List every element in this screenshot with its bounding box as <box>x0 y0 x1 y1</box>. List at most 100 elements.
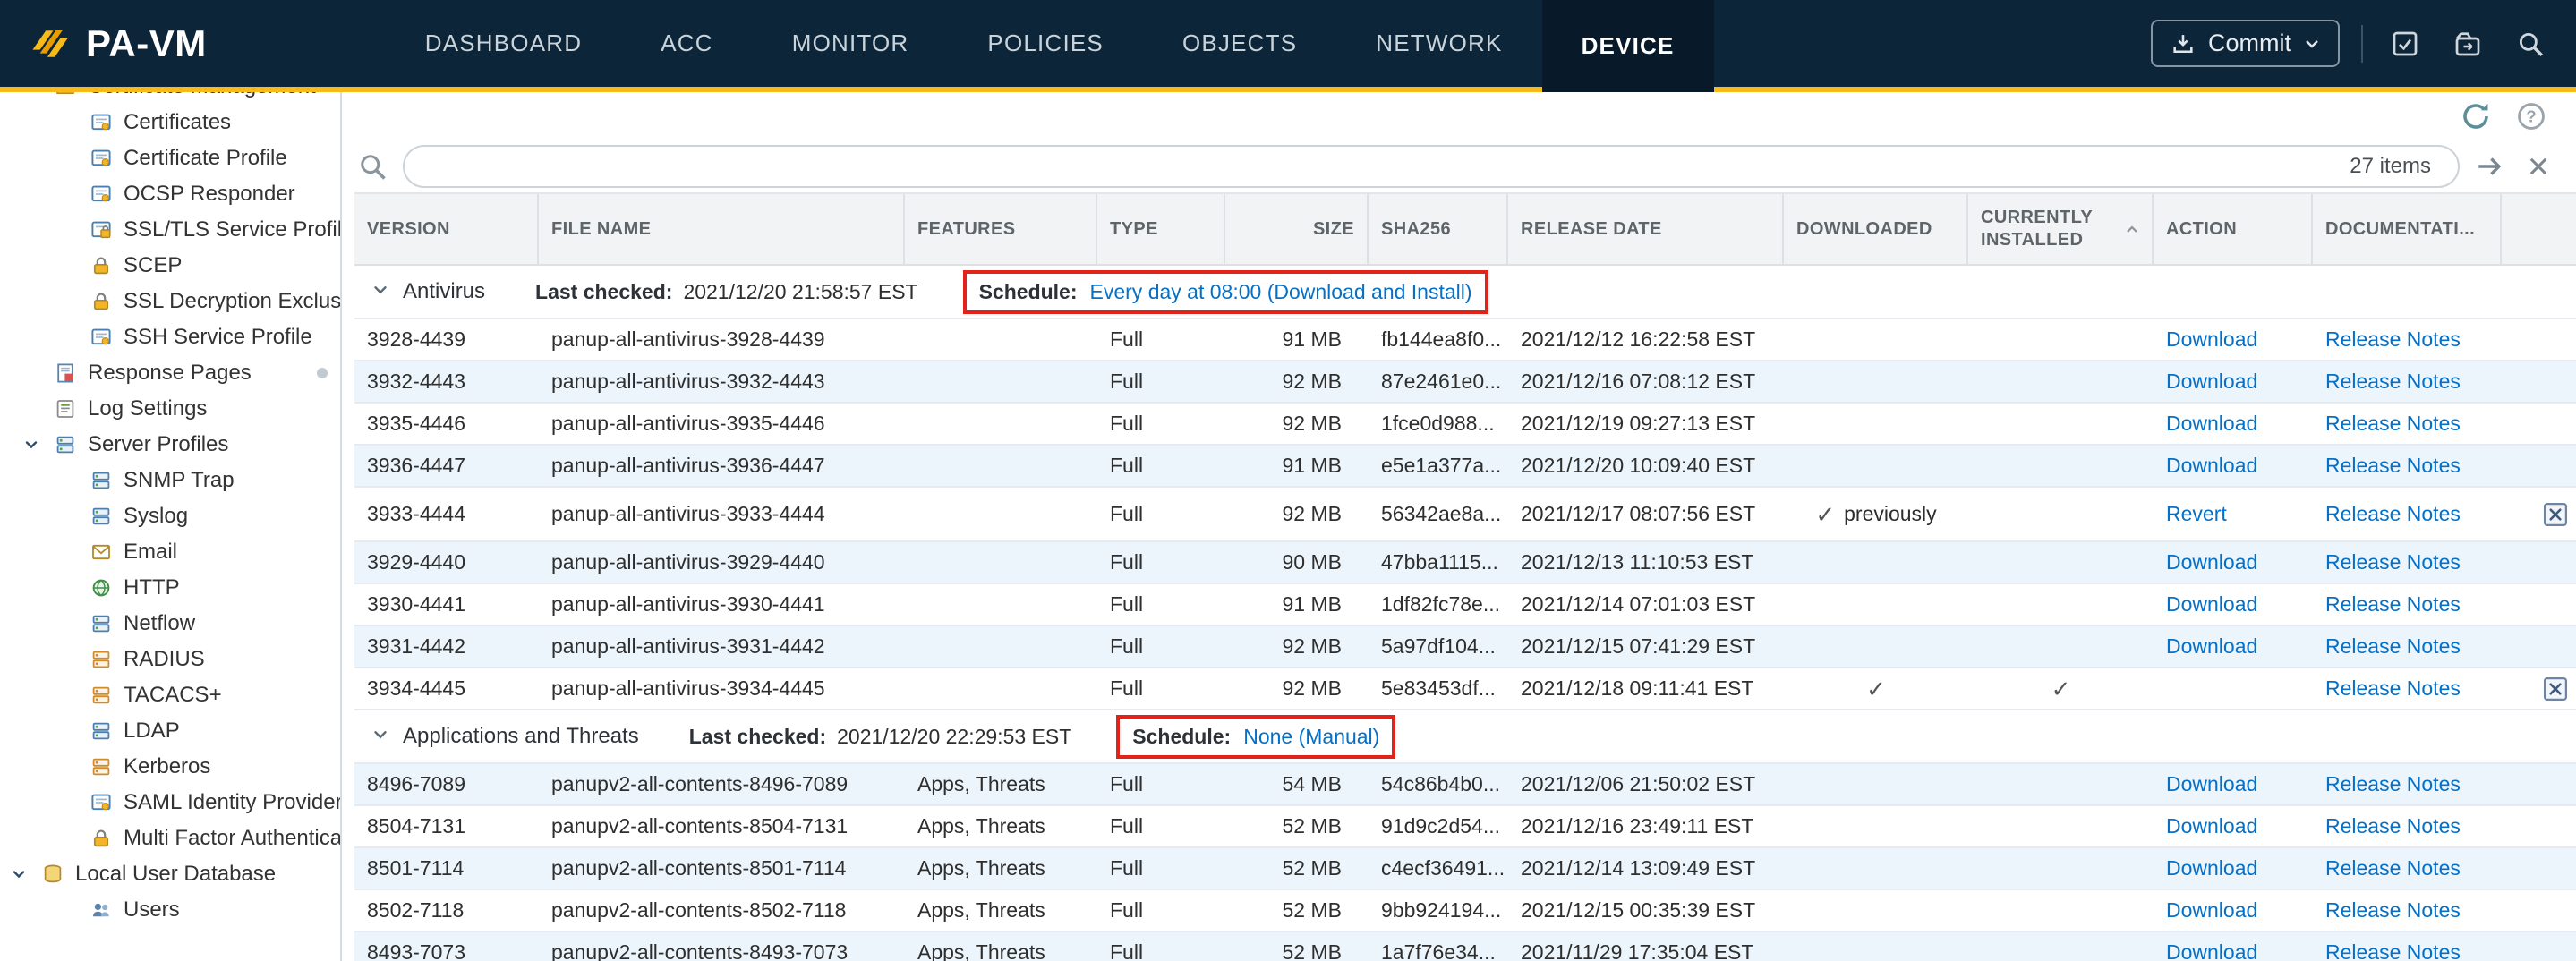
nav-tab-policies[interactable]: POLICIES <box>948 0 1143 87</box>
nav-tab-objects[interactable]: OBJECTS <box>1143 0 1336 87</box>
column-header-file-name[interactable]: FILE NAME <box>539 194 905 264</box>
sidebar-item-email[interactable]: Email <box>0 534 340 570</box>
sidebar-item-ssl-decryption-exclusion[interactable]: SSL Decryption Exclusion <box>0 284 340 319</box>
delete-download-icon[interactable] <box>2543 502 2568 527</box>
download-link[interactable]: Download <box>2166 592 2257 617</box>
column-header-sha256[interactable]: SHA256 <box>1369 194 1508 264</box>
table-row[interactable]: 3933-4444panup-all-antivirus-3933-4444Fu… <box>354 488 2576 542</box>
download-link[interactable]: Download <box>2166 898 2257 923</box>
chevron-down-icon[interactable] <box>7 865 30 883</box>
sidebar-item-radius[interactable]: RADIUS <box>0 642 340 677</box>
save-config-icon[interactable] <box>2384 23 2426 64</box>
release-notes-link[interactable]: Release Notes <box>2325 634 2461 659</box>
nav-tab-acc[interactable]: ACC <box>621 0 753 87</box>
schedule-link[interactable]: None (Manual) <box>1243 725 1379 749</box>
download-link[interactable]: Download <box>2166 370 2257 394</box>
chevron-down-icon[interactable] <box>20 436 43 454</box>
column-header-downloaded[interactable]: DOWNLOADED <box>1784 194 1968 264</box>
release-notes-link[interactable]: Release Notes <box>2325 940 2461 961</box>
table-row[interactable]: 3931-4442panup-all-antivirus-3931-4442Fu… <box>354 626 2576 668</box>
table-row[interactable]: 3930-4441panup-all-antivirus-3930-4441Fu… <box>354 584 2576 626</box>
download-link[interactable]: Download <box>2166 412 2257 436</box>
column-header-release-date[interactable]: RELEASE DATE <box>1508 194 1784 264</box>
sidebar-item-snmp-trap[interactable]: SNMP Trap <box>0 463 340 498</box>
column-header-extra[interactable] <box>2502 194 2576 264</box>
sidebar-item-certificate-management[interactable]: Certificate Management <box>0 92 340 105</box>
column-header-documentati[interactable]: DOCUMENTATI... <box>2313 194 2502 264</box>
sidebar-item-certificates[interactable]: Certificates <box>0 105 340 140</box>
download-link[interactable]: Download <box>2166 327 2257 352</box>
chevron-down-icon[interactable] <box>20 92 43 96</box>
delete-download-icon[interactable] <box>2543 676 2568 702</box>
sidebar-item-ldap[interactable]: LDAP <box>0 713 340 749</box>
sidebar-item-saml-identity-provider[interactable]: SAML Identity Provider <box>0 785 340 821</box>
column-header-action[interactable]: ACTION <box>2154 194 2313 264</box>
release-notes-link[interactable]: Release Notes <box>2325 412 2461 436</box>
schedule-link[interactable]: Every day at 08:00 (Download and Install… <box>1090 280 1472 304</box>
release-notes-link[interactable]: Release Notes <box>2325 454 2461 478</box>
apply-filter-icon[interactable] <box>2472 149 2508 184</box>
table-row[interactable]: 8496-7089panupv2-all-contents-8496-7089A… <box>354 764 2576 806</box>
sidebar-item-local-user-database[interactable]: Local User Database <box>0 856 340 892</box>
download-link[interactable]: Download <box>2166 856 2257 880</box>
download-link[interactable]: Download <box>2166 940 2257 961</box>
sidebar-item-ocsp-responder[interactable]: OCSP Responder <box>0 176 340 212</box>
sidebar-item-syslog[interactable]: Syslog <box>0 498 340 534</box>
table-row[interactable]: 3932-4443panup-all-antivirus-3932-4443Fu… <box>354 361 2576 404</box>
table-row[interactable]: 3934-4445panup-all-antivirus-3934-4445Fu… <box>354 668 2576 710</box>
download-link[interactable]: Download <box>2166 454 2257 478</box>
download-link[interactable]: Download <box>2166 550 2257 574</box>
download-link[interactable]: Download <box>2166 634 2257 659</box>
release-notes-link[interactable]: Release Notes <box>2325 370 2461 394</box>
commit-button[interactable]: Commit <box>2151 20 2340 67</box>
task-manager-icon[interactable] <box>2447 23 2488 64</box>
table-row[interactable]: 3929-4440panup-all-antivirus-3929-4440Fu… <box>354 542 2576 584</box>
column-header-version[interactable]: VERSION <box>354 194 539 264</box>
nav-tab-dashboard[interactable]: DASHBOARD <box>386 0 622 87</box>
release-notes-link[interactable]: Release Notes <box>2325 502 2461 526</box>
nav-tab-monitor[interactable]: MONITOR <box>753 0 949 87</box>
table-row[interactable]: 8502-7118panupv2-all-contents-8502-7118A… <box>354 890 2576 932</box>
release-notes-link[interactable]: Release Notes <box>2325 592 2461 617</box>
nav-tab-network[interactable]: NETWORK <box>1336 0 1541 87</box>
table-row[interactable]: 8493-7073panupv2-all-contents-8493-7073A… <box>354 932 2576 961</box>
release-notes-link[interactable]: Release Notes <box>2325 898 2461 923</box>
download-link[interactable]: Download <box>2166 772 2257 796</box>
sidebar-item-certificate-profile[interactable]: Certificate Profile <box>0 140 340 176</box>
global-search-icon[interactable] <box>2510 23 2551 64</box>
table-row[interactable]: 3936-4447panup-all-antivirus-3936-4447Fu… <box>354 446 2576 488</box>
collapse-group-icon[interactable] <box>371 280 390 304</box>
refresh-icon[interactable] <box>2458 98 2494 134</box>
sidebar-item-netflow[interactable]: Netflow <box>0 606 340 642</box>
help-icon[interactable]: ? <box>2513 98 2549 134</box>
table-row[interactable]: 3935-4446panup-all-antivirus-3935-4446Fu… <box>354 404 2576 446</box>
collapse-group-icon[interactable] <box>371 725 390 749</box>
table-row[interactable]: 8504-7131panupv2-all-contents-8504-7131A… <box>354 806 2576 848</box>
sidebar-item-http[interactable]: HTTP <box>0 570 340 606</box>
filter-input[interactable] <box>403 145 2460 188</box>
sidebar-item-kerberos[interactable]: Kerberos <box>0 749 340 785</box>
column-header-type[interactable]: TYPE <box>1097 194 1225 264</box>
sidebar-item-tacacs[interactable]: TACACS+ <box>0 677 340 713</box>
sidebar-item-response-pages[interactable]: Response Pages <box>0 355 340 391</box>
sidebar-item-scep[interactable]: SCEP <box>0 248 340 284</box>
sidebar-item-ssh-service-profile[interactable]: SSH Service Profile <box>0 319 340 355</box>
sidebar-item-server-profiles[interactable]: Server Profiles <box>0 427 340 463</box>
revert-link[interactable]: Revert <box>2166 502 2227 526</box>
column-header-size[interactable]: SIZE <box>1225 194 1369 264</box>
column-header-features[interactable]: FEATURES <box>905 194 1097 264</box>
release-notes-link[interactable]: Release Notes <box>2325 814 2461 838</box>
nav-tab-device[interactable]: DEVICE <box>1542 0 1714 92</box>
clear-filter-icon[interactable] <box>2521 149 2556 184</box>
sidebar-item-log-settings[interactable]: Log Settings <box>0 391 340 427</box>
sidebar-item-multi-factor-authentication[interactable]: Multi Factor Authentication <box>0 821 340 856</box>
column-header-currently-installed[interactable]: CURRENTLY INSTALLED <box>1968 194 2154 264</box>
sidebar-item-users[interactable]: Users <box>0 892 340 928</box>
sidebar-item-ssl-tls-service-profile[interactable]: SSL/TLS Service Profile <box>0 212 340 248</box>
table-row[interactable]: 3928-4439panup-all-antivirus-3928-4439Fu… <box>354 319 2576 361</box>
release-notes-link[interactable]: Release Notes <box>2325 327 2461 352</box>
release-notes-link[interactable]: Release Notes <box>2325 772 2461 796</box>
release-notes-link[interactable]: Release Notes <box>2325 856 2461 880</box>
release-notes-link[interactable]: Release Notes <box>2325 676 2461 701</box>
table-row[interactable]: 8501-7114panupv2-all-contents-8501-7114A… <box>354 848 2576 890</box>
